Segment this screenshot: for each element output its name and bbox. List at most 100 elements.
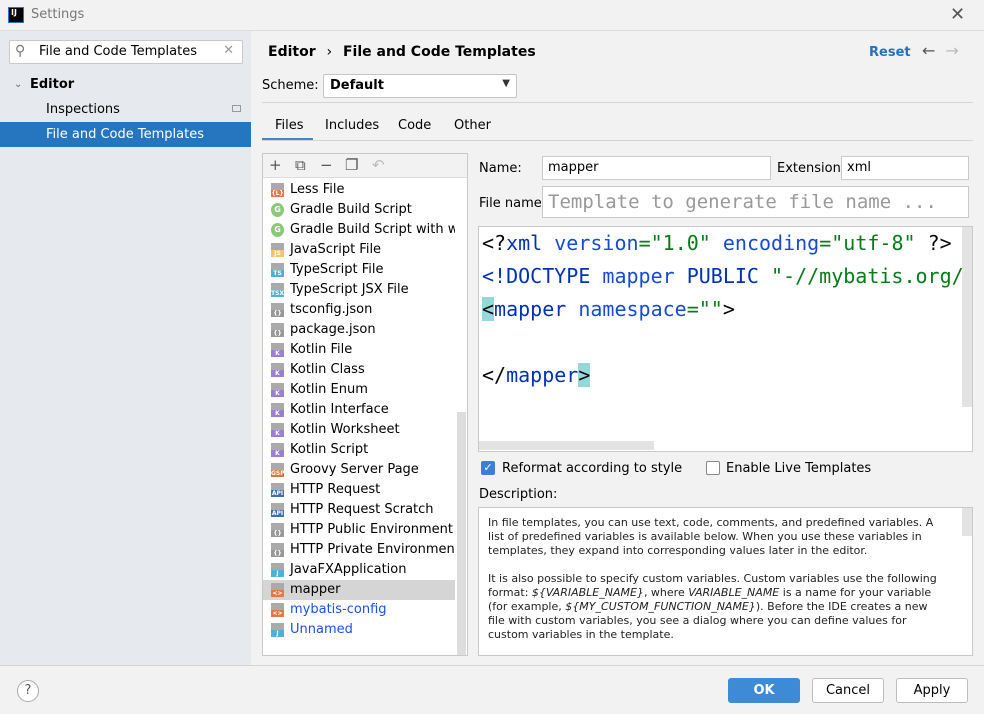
code-line: <mapper namespace="">	[482, 297, 735, 321]
kotlin-file-icon: K	[271, 363, 284, 377]
breadcrumb-separator: ›	[326, 44, 333, 60]
json-file-icon: {}	[271, 523, 284, 537]
list-scrollbar[interactable]	[457, 412, 466, 655]
template-list-item[interactable]: K Kotlin Enum	[263, 380, 455, 400]
template-label: HTTP Request Scratch	[290, 502, 434, 517]
template-list-item[interactable]: {} tsconfig.json	[263, 300, 455, 320]
template-label: Kotlin Class	[290, 362, 365, 377]
name-label: Name:	[479, 161, 522, 176]
template-list-item[interactable]: TS TypeScript File	[263, 260, 455, 280]
cancel-button[interactable]: Cancel	[812, 678, 884, 703]
template-list-item[interactable]: {} HTTP Private Environment File	[263, 540, 455, 560]
tab-other[interactable]: Other	[454, 118, 491, 133]
reformat-checkbox[interactable]: ✓	[481, 461, 495, 475]
template-list-item[interactable]: K Kotlin File	[263, 340, 455, 360]
template-label: TypeScript File	[290, 262, 384, 277]
tree-item-inspections[interactable]: Inspections	[0, 97, 251, 122]
java-file-icon: J	[271, 563, 284, 577]
project-scope-icon	[232, 105, 241, 112]
template-list-item[interactable]: {} package.json	[263, 320, 455, 340]
template-label: TypeScript JSX File	[290, 282, 409, 297]
clear-search-icon[interactable]: ✕	[223, 43, 234, 58]
gsp-file-icon: GSP	[271, 463, 285, 477]
template-code-editor[interactable]: <?xml version="1.0" encoding="utf-8" ?> …	[478, 226, 973, 452]
kotlin-file-icon: K	[271, 383, 284, 397]
tree-item-file-and-code-templates[interactable]: File and Code Templates	[0, 122, 251, 147]
live-templates-checkbox[interactable]	[706, 461, 720, 475]
typescript-file-icon: TS	[271, 263, 284, 277]
help-button[interactable]: ?	[17, 680, 39, 702]
less-file-icon: {L}	[271, 183, 284, 197]
template-label: HTTP Private Environment File	[290, 542, 455, 557]
template-list-item[interactable]: K Kotlin Worksheet	[263, 420, 455, 440]
json-file-icon: {}	[271, 543, 284, 557]
scheme-dropdown[interactable]: Default ▼	[323, 74, 517, 98]
tree-item-editor[interactable]: ⌄ Editor	[0, 72, 251, 97]
template-list-item[interactable]: {} HTTP Public Environment File	[263, 520, 455, 540]
tab-files[interactable]: Files	[275, 118, 304, 133]
tab-includes[interactable]: Includes	[325, 118, 379, 133]
file-name-label: File name:	[479, 196, 547, 211]
template-list-item[interactable]: JS JavaScript File	[263, 240, 455, 260]
tree-label: Editor	[30, 77, 75, 92]
template-list-item[interactable]: J JavaFXApplication	[263, 560, 455, 580]
template-list-item[interactable]: <> mapper	[263, 580, 455, 600]
template-list-item[interactable]: GSP Groovy Server Page	[263, 460, 455, 480]
template-label: Kotlin Enum	[290, 382, 368, 397]
template-list-item[interactable]: TSX TypeScript JSX File	[263, 280, 455, 300]
remove-icon[interactable]: −	[320, 156, 333, 174]
template-list-item[interactable]: G Gradle Build Script with wrapper	[263, 220, 455, 240]
title-bar	[0, 0, 984, 31]
description-panel: In file templates, you can use text, cod…	[478, 507, 973, 656]
window-title: Settings	[31, 7, 85, 22]
back-arrow-icon[interactable]: ←	[922, 41, 945, 60]
template-label: Kotlin Worksheet	[290, 422, 400, 437]
description-scrollbar[interactable]	[962, 508, 972, 536]
template-list-item[interactable]: {L} Less File	[263, 180, 455, 200]
description-paragraph: In file templates, you can use text, cod…	[488, 516, 934, 557]
json-file-icon: {}	[271, 303, 284, 317]
template-list-item[interactable]: API HTTP Request	[263, 480, 455, 500]
ok-button[interactable]: OK	[728, 678, 800, 703]
tab-code[interactable]: Code	[398, 118, 431, 133]
editor-horizontal-scrollbar[interactable]	[479, 441, 654, 450]
create-child-icon[interactable]: ⧉	[295, 156, 306, 174]
template-list-item[interactable]: G Gradle Build Script	[263, 200, 455, 220]
name-input[interactable]: mapper	[542, 156, 771, 180]
copy-icon[interactable]: ❐	[345, 156, 358, 174]
template-list-item[interactable]: K Kotlin Class	[263, 360, 455, 380]
tree-label: File and Code Templates	[46, 127, 204, 142]
file-name-input[interactable]: Template to generate file name ...	[542, 186, 969, 218]
divider	[262, 102, 973, 103]
gradle-icon: G	[271, 203, 284, 217]
editor-vertical-scrollbar[interactable]	[962, 227, 972, 407]
template-label: Kotlin Script	[290, 442, 369, 457]
extension-input[interactable]: xml	[841, 156, 969, 180]
template-list-item[interactable]: API HTTP Request Scratch	[263, 500, 455, 520]
close-icon[interactable]: ✕	[950, 4, 965, 25]
template-label: mapper	[290, 582, 341, 597]
breadcrumb-parent: Editor	[268, 44, 316, 60]
divider	[262, 140, 973, 141]
settings-search-input[interactable]: ⚲ File and Code Templates ✕	[9, 40, 243, 64]
code-line: </mapper>	[482, 363, 591, 387]
template-list-item[interactable]: K Kotlin Interface	[263, 400, 455, 420]
scheme-label: Scheme:	[262, 78, 319, 93]
template-list-item[interactable]: <> mybatis-config	[263, 600, 455, 620]
tsx-file-icon: TSX	[271, 283, 284, 297]
add-icon[interactable]: +	[269, 156, 282, 174]
search-value: File and Code Templates	[39, 44, 197, 59]
reset-to-default-icon[interactable]: ↶	[372, 156, 385, 174]
json-file-icon: {}	[271, 323, 284, 337]
template-list-item[interactable]: K Kotlin Script	[263, 440, 455, 460]
template-label: Gradle Build Script	[290, 202, 412, 217]
reset-link[interactable]: Reset	[869, 45, 911, 60]
http-request-icon: API	[271, 483, 284, 497]
divider	[0, 665, 984, 666]
template-label: HTTP Public Environment File	[290, 522, 455, 537]
apply-button[interactable]: Apply	[896, 678, 968, 703]
xml-file-icon: <>	[271, 603, 284, 617]
template-label: Unnamed	[290, 622, 353, 637]
forward-arrow-icon[interactable]: →	[945, 41, 968, 60]
template-list-item[interactable]: J Unnamed	[263, 620, 455, 640]
